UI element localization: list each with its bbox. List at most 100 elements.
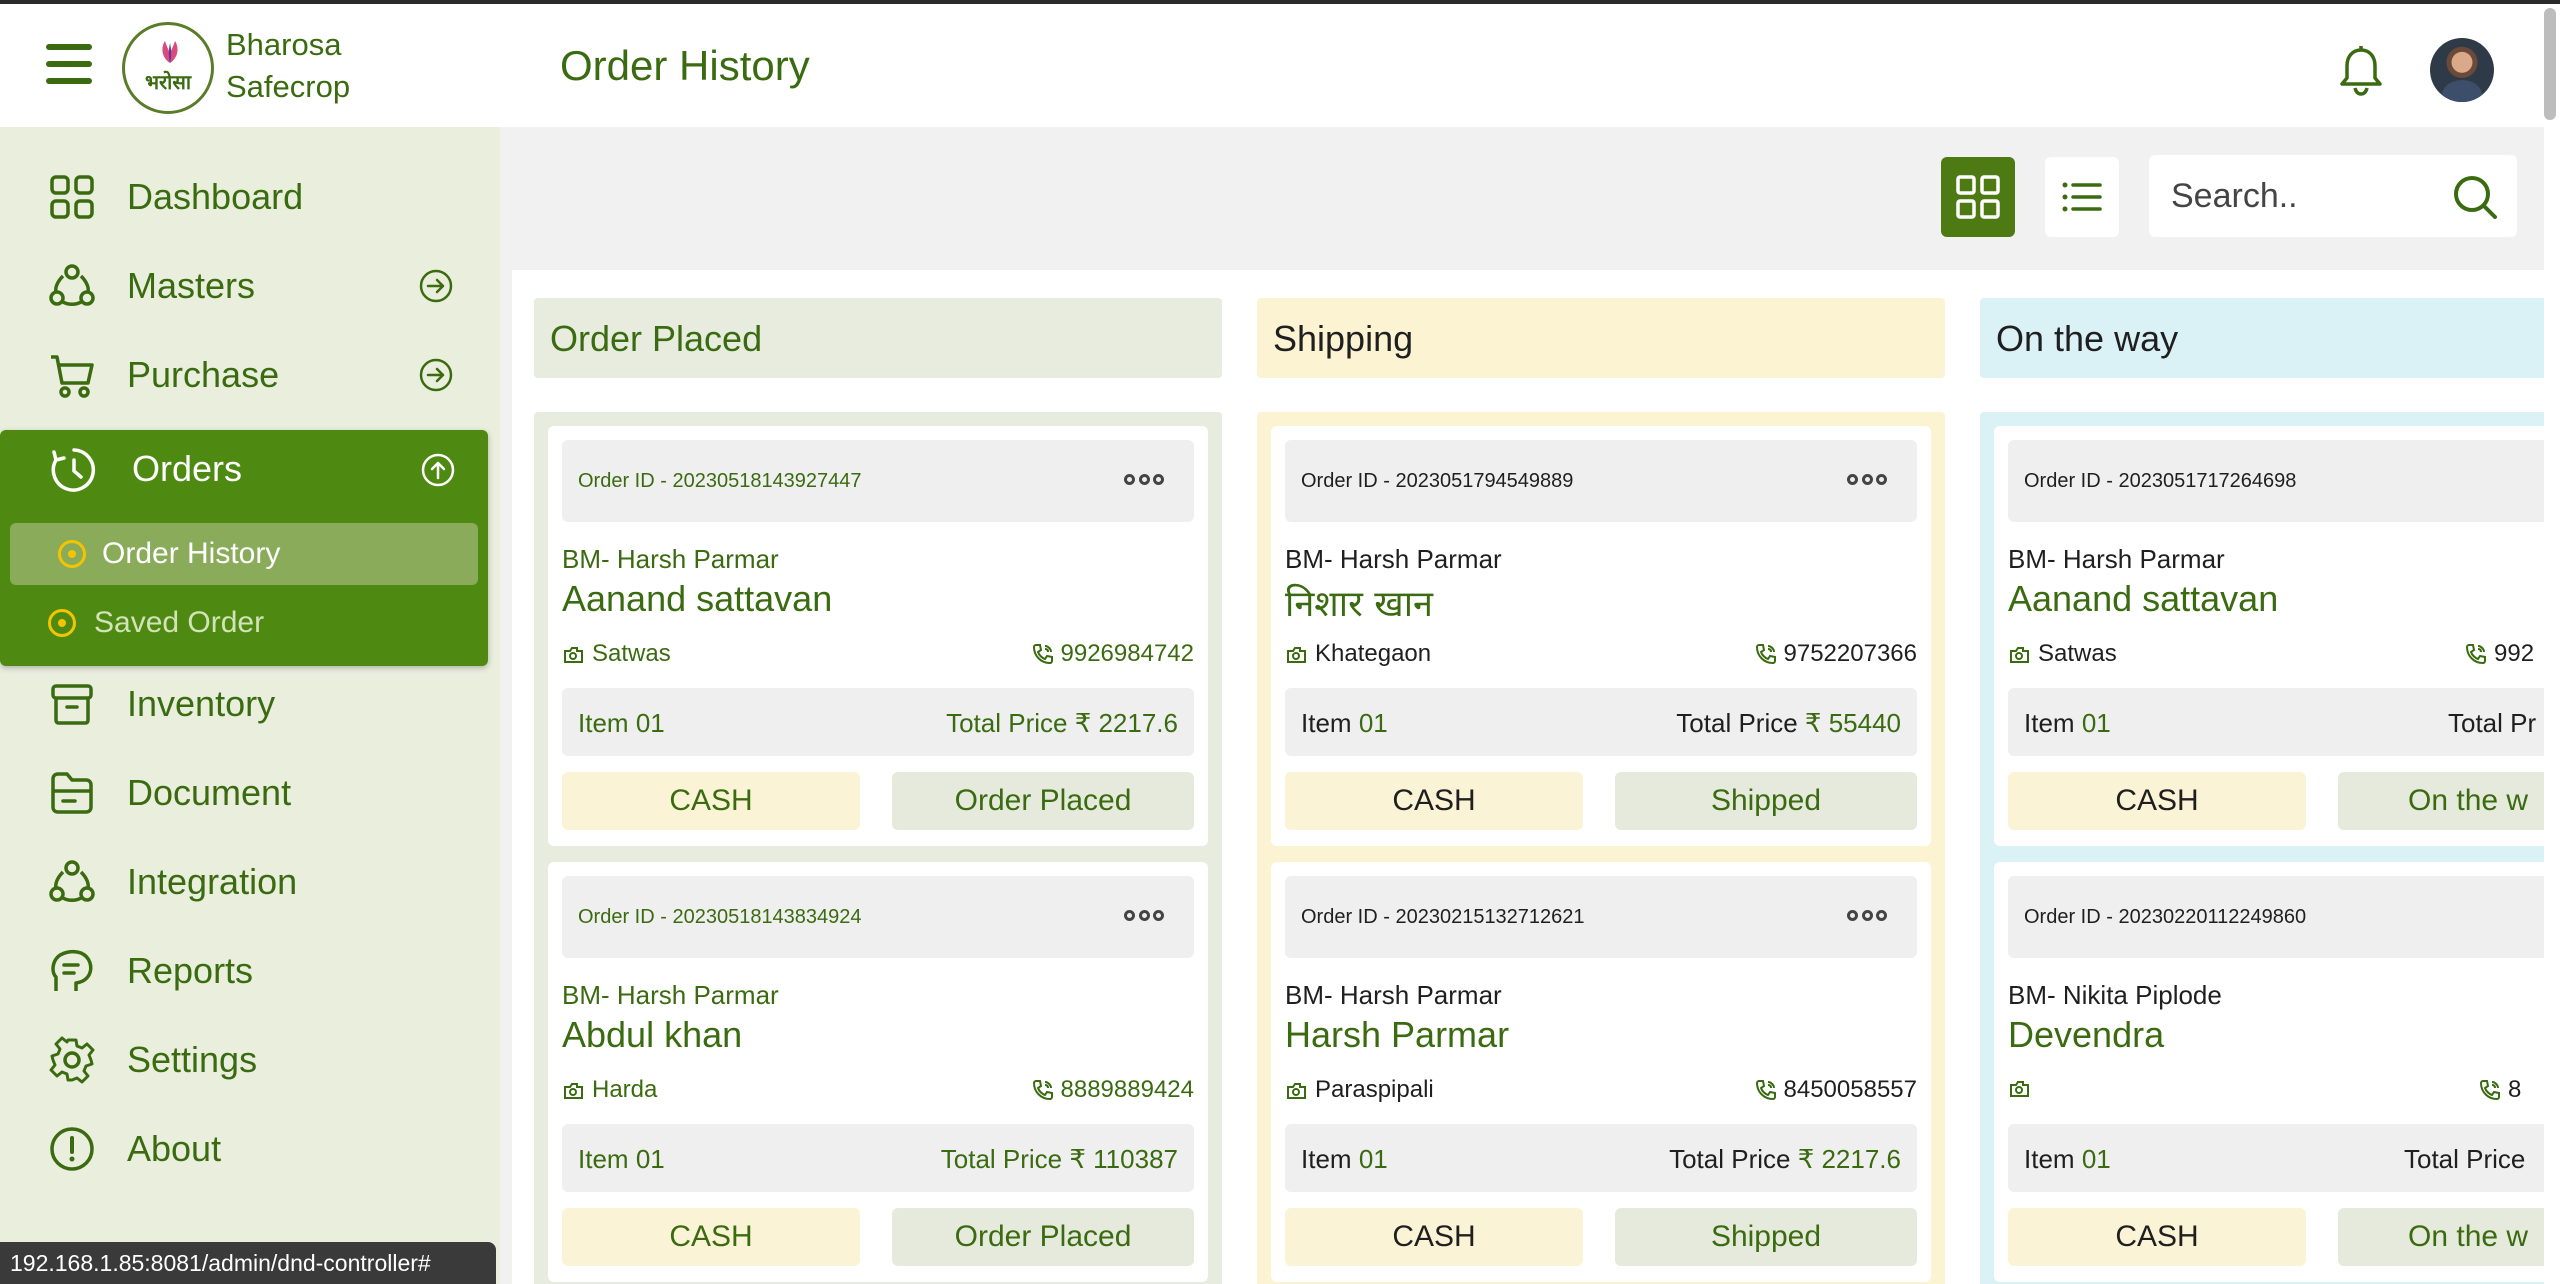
search-icon[interactable]	[2451, 173, 2499, 221]
more-icon[interactable]	[1847, 474, 1887, 488]
top-bar: भरोसा Bharosa Safecrop Order History	[0, 0, 2560, 127]
sidebar-item-purchase[interactable]: Purchase	[0, 335, 500, 415]
report-icon	[51, 949, 93, 991]
phone[interactable]: 9752207366	[1754, 640, 1917, 668]
location: Harda	[562, 1076, 657, 1104]
location: Khategaon	[1285, 640, 1431, 668]
location-icon	[1287, 647, 1306, 663]
sidebar-item-masters[interactable]: Masters	[0, 246, 500, 326]
sidebar-item-dashboard[interactable]: Dashboard	[0, 157, 500, 237]
list-icon	[2062, 182, 2102, 212]
location	[2008, 1076, 2038, 1100]
column-title: Order Placed	[550, 318, 763, 359]
payment-mode-badge[interactable]: CASH	[1285, 1208, 1583, 1266]
location-icon	[564, 1083, 583, 1099]
status-badge[interactable]: On the w	[2338, 1208, 2544, 1266]
sidebar-item-label: Dashboard	[127, 176, 304, 217]
branch-manager: BM- Harsh Parmar	[562, 980, 779, 1010]
sidebar-item-label: Document	[127, 772, 292, 813]
status-badge[interactable]: Order Placed	[892, 772, 1194, 830]
payment-mode-badge[interactable]: CASH	[562, 1208, 860, 1266]
more-icon[interactable]	[1847, 910, 1887, 924]
sidebar-item-settings[interactable]: Settings	[0, 1020, 500, 1100]
arrow-up-circle-icon[interactable]	[420, 452, 456, 488]
customer-name: Aanand sattavan	[562, 578, 833, 619]
payment-mode-badge[interactable]: CASH	[1285, 772, 1583, 830]
order-card[interactable]: Order ID - 2023051717264698 BM- Harsh Pa…	[1994, 426, 2544, 846]
payment-mode-badge[interactable]: CASH	[562, 772, 860, 830]
phone-text: 8889889424	[1060, 1076, 1194, 1103]
arrow-right-circle-icon[interactable]	[418, 268, 454, 304]
phone[interactable]: 8889889424	[1031, 1076, 1194, 1104]
order-card[interactable]: Order ID - 20230220112249860 BM- Nikita …	[1994, 862, 2544, 1282]
location: Paraspipali	[1285, 1076, 1434, 1104]
phone-text: 8	[2508, 1076, 2522, 1103]
sidebar-item-label: Settings	[127, 1039, 258, 1080]
phone[interactable]: 8	[2478, 1076, 2521, 1104]
branch-manager: BM- Harsh Parmar	[1285, 980, 1502, 1010]
order-card[interactable]: Order ID - 2023051794549889 BM- Harsh Pa…	[1271, 426, 1931, 846]
subitem-label: Saved Order	[94, 606, 265, 639]
total-price-value: ₹ 2217.6	[1074, 708, 1178, 738]
order-id-bar: Order ID - 20230518143834924	[562, 876, 1194, 958]
column-body: Order ID - 2023051794549889 BM- Harsh Pa…	[1257, 412, 1945, 1284]
sidebar-item-about[interactable]: About	[0, 1109, 500, 1189]
sidebar-subitem-saved-order[interactable]: Saved Order	[10, 594, 478, 654]
sidebar-item-orders[interactable]: Orders	[0, 430, 488, 510]
payment-mode-badge[interactable]: CASH	[2008, 772, 2306, 830]
list-view-button[interactable]	[2045, 157, 2119, 237]
grid-icon	[50, 175, 94, 219]
sidebar-subitem-order-history[interactable]: Order History	[10, 523, 478, 585]
phone-icon	[2479, 1080, 2500, 1101]
item-row: Item 01 Total Price ₹ 2217.6	[562, 688, 1194, 756]
status-badge[interactable]: Shipped	[1615, 1208, 1917, 1266]
status-badge[interactable]: Shipped	[1615, 772, 1917, 830]
item-row: Item 01 Total Price ₹ 2217.6	[1285, 1124, 1917, 1192]
total-price: Total Pr	[2448, 708, 2537, 738]
total-price: Total Price	[2404, 1144, 2526, 1174]
logo-text: भरोसा	[144, 69, 192, 94]
location-icon	[2010, 647, 2029, 663]
gear-icon	[49, 1036, 95, 1084]
item-row: Item 01 Total Price ₹ 110387	[562, 1124, 1194, 1192]
sidebar-item-document[interactable]: Document	[0, 753, 500, 833]
user-avatar[interactable]	[2430, 38, 2494, 102]
order-card[interactable]: Order ID - 20230215132712621 BM- Harsh P…	[1271, 862, 1931, 1282]
order-card[interactable]: Order ID - 20230518143927447 BM- Harsh P…	[548, 426, 1208, 846]
phone[interactable]: 8450058557	[1754, 1076, 1917, 1104]
sidebar-item-integration[interactable]: Integration	[0, 842, 500, 922]
sidebar-item-label: Integration	[127, 861, 298, 902]
status-badge[interactable]: On the w	[2338, 772, 2544, 830]
brand-name: Bharosa Safecrop	[226, 24, 350, 108]
sidebar-item-reports[interactable]: Reports	[0, 931, 500, 1011]
location-icon	[1287, 1083, 1306, 1099]
more-icon[interactable]	[1124, 474, 1164, 488]
location-icon	[564, 647, 583, 663]
status-badge[interactable]: Order Placed	[892, 1208, 1194, 1266]
bullet-icon	[58, 540, 86, 568]
column-title: On the way	[1996, 318, 2179, 359]
grid-view-button[interactable]	[1941, 157, 2015, 237]
item-count-label: Item 01	[578, 1144, 665, 1174]
sidebar-item-label: Inventory	[127, 683, 276, 724]
phone[interactable]: 9926984742	[1031, 640, 1194, 668]
page-scrollbar[interactable]	[2544, 8, 2556, 120]
sidebar-item-label: Masters	[127, 265, 256, 306]
more-icon[interactable]	[1124, 910, 1164, 924]
arrow-right-circle-icon[interactable]	[418, 357, 454, 393]
phone[interactable]: 992	[2464, 640, 2534, 668]
branch-manager: BM- Harsh Parmar	[2008, 544, 2225, 574]
menu-icon[interactable]	[46, 44, 92, 84]
order-id: Order ID - 20230220112249860	[2024, 906, 2307, 928]
location-icon	[2010, 1081, 2029, 1097]
branch-manager: BM- Nikita Piplode	[2008, 980, 2222, 1010]
sidebar-item-inventory[interactable]: Inventory	[0, 664, 500, 744]
order-card[interactable]: Order ID - 20230518143834924 BM- Harsh P…	[548, 862, 1208, 1282]
bell-icon[interactable]	[2338, 44, 2384, 96]
item-row: Item 01 Total Price	[2008, 1124, 2544, 1192]
total-price: Total Price ₹ 110387	[940, 1144, 1178, 1174]
payment-mode-badge[interactable]: CASH	[2008, 1208, 2306, 1266]
branch-manager: BM- Harsh Parmar	[1285, 544, 1502, 574]
status-bar-url: 192.168.1.85:8081/admin/dnd-controller#	[0, 1242, 496, 1284]
search-input[interactable]	[2171, 173, 2451, 219]
